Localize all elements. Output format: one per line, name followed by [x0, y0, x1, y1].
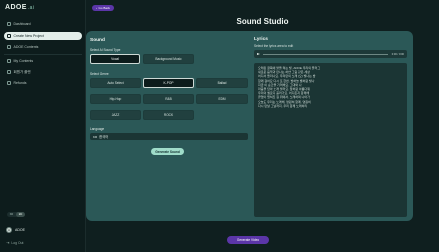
lyrics-editor[interactable]: 오래된 골목에 불을 켜는 빛, ADOE 우리의 플러그 새로운 음악과 만나… [254, 63, 407, 217]
genre-option-rnb[interactable]: R&B [143, 94, 194, 104]
genre-label: Select Genre [90, 72, 109, 76]
genre-option-hiphop[interactable]: Hip-Hop [90, 94, 141, 104]
sidebar-item-refunds[interactable]: Refunds [4, 79, 82, 87]
genre-option-jazz[interactable]: JAZZ [90, 110, 141, 120]
lyric-line: 다시 만날 그날까지, 우리 함께 노래하리 [258, 103, 308, 108]
sidebar-divider [4, 54, 82, 55]
back-arrow-icon: ‹ [95, 6, 97, 10]
user-profile[interactable]: A ADOE [6, 227, 25, 233]
sidebar-item-adoe-contents[interactable]: ADOE Contents [4, 43, 82, 51]
genre-option-ballad[interactable]: Ballad [196, 78, 248, 88]
language-value: 한국어 [99, 135, 109, 139]
sidebar-item-plan[interactable]: 회원가 플랜 [4, 68, 82, 76]
language-label: Language [90, 127, 105, 131]
language-select[interactable]: KR 한국어 [90, 133, 248, 140]
refund-icon [7, 81, 11, 85]
lang-option-en[interactable]: EN [16, 212, 25, 217]
dashboard-icon [7, 22, 11, 26]
lyrics-section: Lyrics Select the lyrics area to edit 0:… [254, 37, 407, 217]
sound-type-label: Select AI Sound Type [90, 48, 121, 52]
flag-icon: KR [93, 134, 98, 139]
sound-heading: Sound [90, 38, 105, 43]
plan-icon [7, 70, 11, 74]
lyrics-heading: Lyrics [254, 37, 268, 42]
audio-player: 0:00 / 0:00 [254, 50, 407, 58]
folder-icon [7, 59, 11, 63]
plus-icon [7, 34, 11, 38]
lang-option-kr[interactable]: KR [7, 212, 16, 217]
lyrics-subtitle: Select the lyrics area to edit [254, 44, 294, 48]
go-back-button[interactable]: ‹ Go Back [92, 5, 114, 11]
avatar: A [6, 227, 12, 233]
user-name: ADOE [15, 228, 25, 232]
genre-option-edm[interactable]: EDM [196, 94, 248, 104]
genre-option-kpop[interactable]: K-POP [143, 78, 194, 88]
audio-progress-track[interactable] [263, 53, 388, 55]
audio-time: 0:00 / 0:00 [391, 52, 404, 56]
page-title: Sound Studio [236, 17, 289, 26]
generate-sound-button[interactable]: Generate Sound [151, 148, 184, 155]
genre-option-auto-select[interactable]: Auto Select [90, 78, 141, 88]
logo[interactable]: ADOE.ai [5, 4, 34, 11]
type-option-vocal[interactable]: Vocal [90, 54, 140, 64]
generate-video-button[interactable]: Generate Video [227, 236, 269, 244]
play-icon[interactable] [257, 53, 260, 55]
logout-link[interactable]: ⇥ Log Out [6, 240, 23, 245]
type-option-background-music[interactable]: Background Music [143, 54, 194, 64]
sidebar-item-my-contents[interactable]: My Contents [4, 57, 82, 65]
sound-section: Sound Select AI Sound Type Vocal Backgro… [90, 37, 248, 215]
contents-icon [7, 45, 11, 49]
logout-icon: ⇥ [6, 240, 10, 245]
genre-option-rock[interactable]: ROCK [143, 110, 194, 120]
language-toggle[interactable]: KR EN [7, 212, 25, 217]
sidebar: ADOE.ai Dashboard Create New Project ADO… [0, 0, 86, 252]
sidebar-item-dashboard[interactable]: Dashboard [4, 20, 82, 28]
sidebar-item-create-new-project[interactable]: Create New Project [4, 32, 82, 40]
studio-panel: Sound Select AI Sound Type Vocal Backgro… [86, 31, 413, 221]
